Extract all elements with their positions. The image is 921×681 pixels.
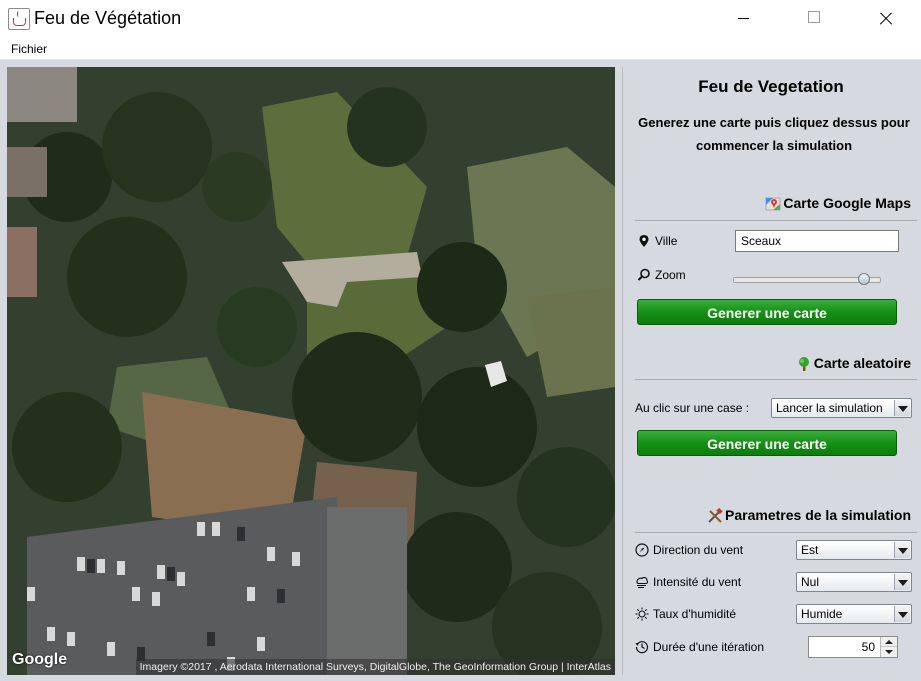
params-section-separator bbox=[635, 532, 917, 533]
zoom-label: Zoom bbox=[655, 268, 686, 282]
menu-fichier[interactable]: Fichier bbox=[11, 42, 47, 56]
compass-icon bbox=[635, 543, 649, 557]
control-panel: Feu de Vegetation Generez une carte puis… bbox=[623, 67, 921, 675]
spinner-buttons bbox=[880, 637, 897, 657]
zoom-slider-thumb[interactable] bbox=[857, 273, 870, 285]
minimize-button[interactable] bbox=[721, 0, 767, 38]
click-action-value: Lancer la simulation bbox=[776, 401, 883, 415]
chevron-down-icon[interactable] bbox=[894, 574, 910, 590]
wind-direction-value: Est bbox=[801, 543, 819, 557]
simulation-params-section-title: Parametres de la simulation bbox=[707, 507, 911, 523]
description-line-2: commencer la simulation bbox=[695, 138, 853, 153]
simulation-params-section-label: Parametres de la simulation bbox=[725, 507, 911, 523]
iteration-value: 50 bbox=[861, 640, 875, 654]
humidity-row-label: Taux d'humidité bbox=[635, 607, 736, 621]
wind-intensity-row-label: Intensité du vent bbox=[635, 575, 741, 589]
panel-title: Feu de Vegetation bbox=[698, 77, 844, 96]
satellite-imagery bbox=[7, 67, 615, 675]
window-title: Feu de Végétation bbox=[34, 8, 182, 28]
google-logo: Google bbox=[12, 651, 68, 668]
chevron-down-icon[interactable] bbox=[894, 400, 910, 416]
history-clock-icon bbox=[635, 640, 649, 654]
humidity-value: Humide bbox=[801, 607, 843, 621]
humidity-label: Taux d'humidité bbox=[653, 607, 737, 621]
generate-google-map-button[interactable]: Generer une carte bbox=[637, 299, 897, 325]
maximize-button[interactable] bbox=[792, 0, 838, 38]
google-section-separator bbox=[635, 220, 917, 221]
zoom-row-label: Zoom bbox=[637, 268, 686, 282]
location-pin-icon bbox=[637, 234, 651, 248]
wind-direction-label: Direction du vent bbox=[653, 543, 744, 557]
google-maps-section-title: Carte Google Maps bbox=[765, 195, 911, 211]
iteration-label: Durée d'une itération bbox=[653, 640, 765, 654]
wind-intensity-label: Intensité du vent bbox=[653, 575, 742, 589]
generate-random-map-button[interactable]: Generer une carte bbox=[637, 430, 897, 456]
java-cup-icon bbox=[8, 8, 30, 30]
random-map-section-title: Carte aleatoire bbox=[796, 355, 911, 371]
chevron-down-icon[interactable] bbox=[894, 542, 910, 558]
window-title-bar: Feu de Végétation bbox=[0, 0, 921, 38]
wind-icon bbox=[635, 575, 649, 589]
magnifier-icon bbox=[637, 268, 651, 282]
iteration-spinner[interactable]: 50 bbox=[808, 636, 898, 658]
chevron-down-icon[interactable] bbox=[894, 606, 910, 622]
random-map-section-label: Carte aleatoire bbox=[813, 355, 911, 371]
click-action-select[interactable]: Lancer la simulation bbox=[771, 398, 912, 418]
menu-bar: Fichier bbox=[0, 38, 921, 60]
iteration-row-label: Durée d'une itération bbox=[635, 640, 764, 654]
city-row-label: Ville bbox=[637, 234, 677, 248]
google-maps-section-label: Carte Google Maps bbox=[783, 195, 911, 211]
spinner-down-icon[interactable] bbox=[881, 647, 897, 657]
wind-intensity-select[interactable]: Nul bbox=[796, 572, 912, 592]
wind-direction-row-label: Direction du vent bbox=[635, 543, 743, 557]
random-section-separator bbox=[635, 379, 917, 380]
description-line-1: Generez une carte puis cliquez dessus po… bbox=[638, 115, 910, 130]
close-button[interactable] bbox=[862, 0, 908, 38]
humidity-select[interactable]: Humide bbox=[796, 604, 912, 624]
satellite-map[interactable]: Google Imagery ©2017 , Aerodata Internat… bbox=[7, 67, 615, 675]
wind-intensity-value: Nul bbox=[801, 575, 820, 589]
sun-icon bbox=[635, 607, 649, 621]
panel-description: Generez une carte puis cliquez dessus po… bbox=[629, 111, 919, 157]
wind-direction-select[interactable]: Est bbox=[796, 540, 912, 560]
click-action-label: Au clic sur une case : bbox=[635, 401, 750, 415]
tools-icon bbox=[707, 507, 723, 523]
city-input[interactable]: Sceaux bbox=[735, 230, 899, 252]
city-label: Ville bbox=[655, 234, 678, 248]
tree-icon bbox=[796, 356, 810, 371]
map-attribution: Imagery ©2017 , Aerodata International S… bbox=[135, 659, 615, 675]
google-maps-icon bbox=[765, 196, 781, 211]
spinner-up-icon[interactable] bbox=[881, 637, 897, 647]
